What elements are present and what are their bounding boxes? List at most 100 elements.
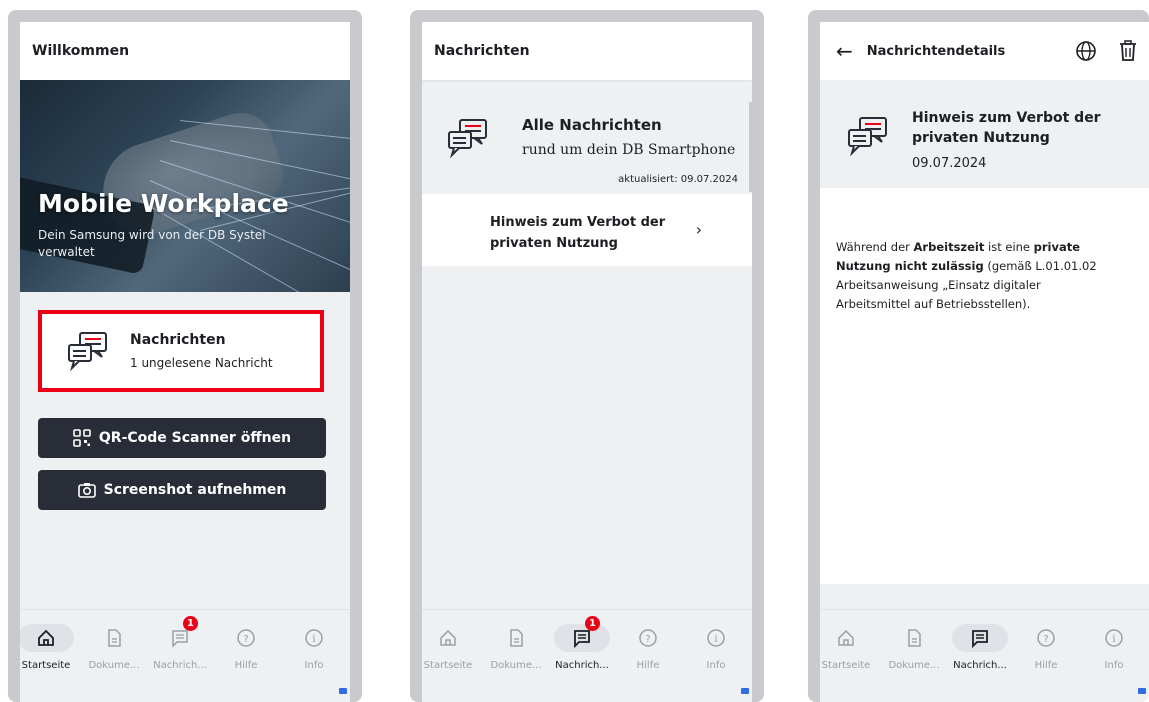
camera-icon: [77, 483, 96, 498]
messages-top-bar: Nachrichten: [422, 22, 752, 80]
chevron-right-icon: ›: [695, 220, 702, 239]
unread-badge: 1: [183, 616, 198, 631]
nav-label: Nachrich...: [153, 660, 207, 671]
nav-label: Startseite: [821, 660, 871, 671]
nav-label: Dokume...: [490, 660, 542, 671]
page-title: Nachrichtendetails: [866, 43, 1006, 59]
nav-label: Info: [706, 660, 726, 671]
nav-label: Info: [304, 660, 324, 671]
nav-label: Hilfe: [1034, 660, 1058, 671]
hero-banner: Mobile Workplace Dein Samsung wird von d…: [20, 80, 350, 292]
nav-label: Hilfe: [234, 660, 258, 671]
message-date: 09.07.2024: [912, 156, 987, 171]
message-header: Hinweis zum Verbot der privaten Nutzung …: [820, 86, 1149, 188]
nav-item-dokumente[interactable]: Dokume...: [484, 624, 548, 671]
nav-item-hilfe[interactable]: ? Hilfe: [616, 624, 680, 671]
nav-label: Nachrich...: [953, 660, 1007, 671]
nav-label: Nachrich...: [555, 660, 609, 671]
svg-text:i: i: [1112, 634, 1115, 645]
home-top-bar: Willkommen: [20, 22, 350, 80]
nav-label: Hilfe: [636, 660, 660, 671]
info-icon: i: [707, 629, 725, 647]
all-messages-title: Alle Nachrichten: [522, 116, 662, 134]
message-text: Während der Arbeitszeit ist eine private…: [836, 240, 1097, 311]
messages-screen: Nachrichten Alle Nachrichten rund um dei…: [422, 22, 752, 702]
nav-label: Dokume...: [88, 660, 140, 671]
message-heading: Hinweis zum Verbot der privaten Nutzung: [912, 110, 1101, 146]
home-screen: Willkommen Mobile Workplace Dein Samsung…: [20, 22, 350, 702]
nav-label: Info: [1104, 660, 1124, 671]
all-messages-subtitle: rund um dein DB Smartphone: [522, 142, 736, 158]
info-icon: i: [305, 629, 323, 647]
last-updated: aktualisiert: 09.07.2024: [618, 174, 738, 185]
info-icon: i: [1105, 629, 1123, 647]
svg-text:?: ?: [645, 634, 650, 645]
work-profile-icon: [339, 688, 347, 694]
screenshot-button-label: Screenshot aufnehmen: [103, 482, 287, 498]
nav-item-startseite[interactable]: Startseite: [422, 624, 480, 671]
qr-code-icon: [73, 429, 91, 447]
svg-text:?: ?: [243, 634, 248, 645]
nav-label: Startseite: [423, 660, 473, 671]
message-icon: [574, 630, 590, 648]
help-icon: ?: [639, 629, 657, 647]
nav-item-startseite[interactable]: Startseite: [20, 624, 78, 671]
phone-screen-messages: Nachrichten Alle Nachrichten rund um dei…: [410, 10, 764, 702]
bottom-navigation: Startseite Dokume...: [820, 609, 1149, 702]
work-profile-icon: [1138, 688, 1146, 694]
home-icon: [440, 629, 456, 646]
document-icon: [108, 629, 121, 647]
details-top-bar: ← Nachrichtendetails: [820, 22, 1149, 80]
message-icon: [972, 630, 988, 648]
chat-bubbles-icon: [448, 119, 487, 158]
phone-screen-home: Willkommen Mobile Workplace Dein Samsung…: [8, 10, 362, 702]
qr-scanner-button[interactable]: QR-Code Scanner öffnen: [38, 418, 326, 458]
nav-item-dokumente[interactable]: Dokume...: [882, 624, 946, 671]
nav-item-info[interactable]: i Info: [282, 624, 346, 671]
nav-item-nachrichten[interactable]: 1 Nachrich...: [148, 616, 212, 671]
message-list-item[interactable]: Hinweis zum Verbot der privaten Nutzung …: [422, 194, 752, 266]
help-icon: ?: [1037, 629, 1055, 647]
qr-scanner-button-label: QR-Code Scanner öffnen: [98, 430, 292, 446]
page-title: Nachrichten: [434, 43, 530, 59]
messages-card[interactable]: Nachrichten 1 ungelesene Nachricht: [38, 310, 324, 392]
nav-item-dokumente[interactable]: Dokume...: [82, 624, 146, 671]
unread-badge: 1: [585, 616, 600, 631]
hero-subtitle: Dein Samsung wird von der DB Systel verw…: [38, 228, 266, 259]
messages-card-title: Nachrichten: [130, 332, 226, 348]
document-icon: [510, 629, 523, 647]
globe-icon[interactable]: [1075, 40, 1097, 62]
nav-item-hilfe[interactable]: ? Hilfe: [214, 624, 278, 671]
page-title: Willkommen: [32, 43, 130, 59]
message-body: Während der Arbeitszeit ist eine private…: [820, 188, 1149, 610]
document-icon: [908, 629, 921, 647]
back-arrow-icon[interactable]: ←: [836, 39, 853, 63]
message-list-item-title: Hinweis zum Verbot der privaten Nutzung: [490, 215, 666, 251]
help-icon: ?: [237, 629, 255, 647]
all-messages-card[interactable]: Alle Nachrichten rund um dein DB Smartph…: [422, 92, 752, 194]
nav-label: Dokume...: [888, 660, 940, 671]
trash-icon[interactable]: [1119, 40, 1137, 62]
svg-text:i: i: [312, 634, 315, 645]
hero-title: Mobile Workplace: [38, 189, 289, 218]
home-icon: [38, 629, 54, 646]
chat-bubbles-icon: [68, 332, 107, 371]
messages-card-subtitle: 1 ungelesene Nachricht: [130, 356, 273, 370]
chat-bubbles-icon: [848, 117, 887, 156]
nav-item-hilfe[interactable]: ? Hilfe: [1014, 624, 1078, 671]
home-icon: [838, 629, 854, 646]
bottom-navigation: Startseite Dokume...: [20, 609, 350, 702]
screenshot-button[interactable]: Screenshot aufnehmen: [38, 470, 326, 510]
work-profile-icon: [741, 688, 749, 694]
phone-screen-message-details: ← Nachrichtendetails Hinweis zum Verbot …: [808, 10, 1149, 702]
nav-item-nachrichten[interactable]: 1 Nachrich...: [550, 616, 614, 671]
nav-item-startseite[interactable]: Startseite: [820, 624, 878, 671]
nav-item-nachrichten[interactable]: Nachrich...: [948, 624, 1012, 671]
svg-text:?: ?: [1043, 634, 1048, 645]
svg-text:i: i: [714, 634, 717, 645]
nav-item-info[interactable]: i Info: [684, 624, 748, 671]
bottom-navigation: Startseite Dokume...: [422, 609, 752, 702]
nav-label: Startseite: [21, 660, 71, 671]
scrollbar[interactable]: [749, 102, 752, 192]
nav-item-info[interactable]: i Info: [1082, 624, 1146, 671]
